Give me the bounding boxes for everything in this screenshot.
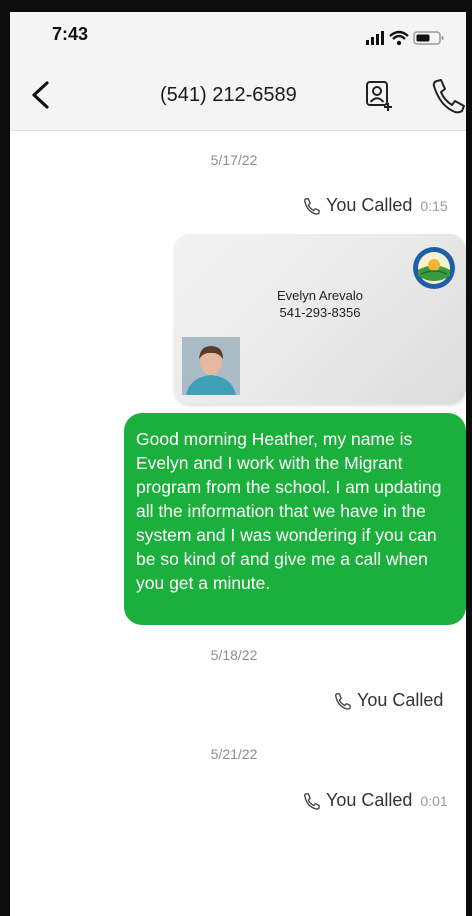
message-thread[interactable]: 5/17/22 You Called 0:15 Evelyn Arevalo 5… [10, 131, 466, 916]
back-button[interactable] [26, 78, 54, 112]
call-label: You Called [326, 790, 413, 810]
add-contact-button[interactable] [362, 78, 396, 112]
phone-screen: 7:43 (541) 212-6589 5/17/22 You Called 0… [0, 0, 472, 916]
call-duration: 0:15 [420, 197, 448, 214]
contact-photo [182, 337, 240, 395]
conversation-header: (541) 212-6589 [10, 64, 466, 131]
call-log-item[interactable]: You Called 0:01 [302, 790, 448, 811]
device-bezel-right [466, 0, 472, 916]
device-bezel-left [0, 0, 10, 916]
status-time: 7:43 [52, 24, 89, 44]
wifi-icon [389, 30, 409, 46]
contact-card-attachment[interactable]: Evelyn Arevalo 541-293-8356 [174, 234, 466, 404]
call-duration: 0:01 [420, 792, 448, 809]
call-label: You Called [326, 195, 413, 215]
date-separator: 5/17/22 [210, 152, 258, 168]
contact-number-title[interactable]: (541) 212-6589 [160, 84, 360, 107]
chevron-left-icon [32, 81, 49, 109]
phone-icon [432, 79, 465, 114]
add-contact-icon [366, 81, 392, 111]
battery-icon [413, 31, 444, 45]
phone-icon [304, 792, 320, 810]
phone-icon [304, 197, 320, 215]
call-label: You Called [357, 690, 444, 710]
date-separator: 5/18/22 [210, 647, 258, 663]
date-separator: 5/21/22 [210, 746, 258, 762]
contact-name: Evelyn Arevalo [277, 288, 363, 303]
outgoing-message-bubble[interactable]: Good morning Heather, my name is Evelyn … [124, 413, 466, 625]
phone-icon [335, 692, 351, 710]
status-icons [360, 28, 460, 48]
call-button[interactable] [428, 78, 466, 114]
organization-logo [412, 246, 456, 290]
device-bezel-top [0, 0, 472, 12]
call-log-item[interactable]: You Called 0:15 [302, 195, 448, 216]
signal-icon [366, 31, 384, 45]
contact-phone: 541-293-8356 [279, 305, 361, 320]
call-log-item[interactable]: You Called [333, 690, 443, 711]
